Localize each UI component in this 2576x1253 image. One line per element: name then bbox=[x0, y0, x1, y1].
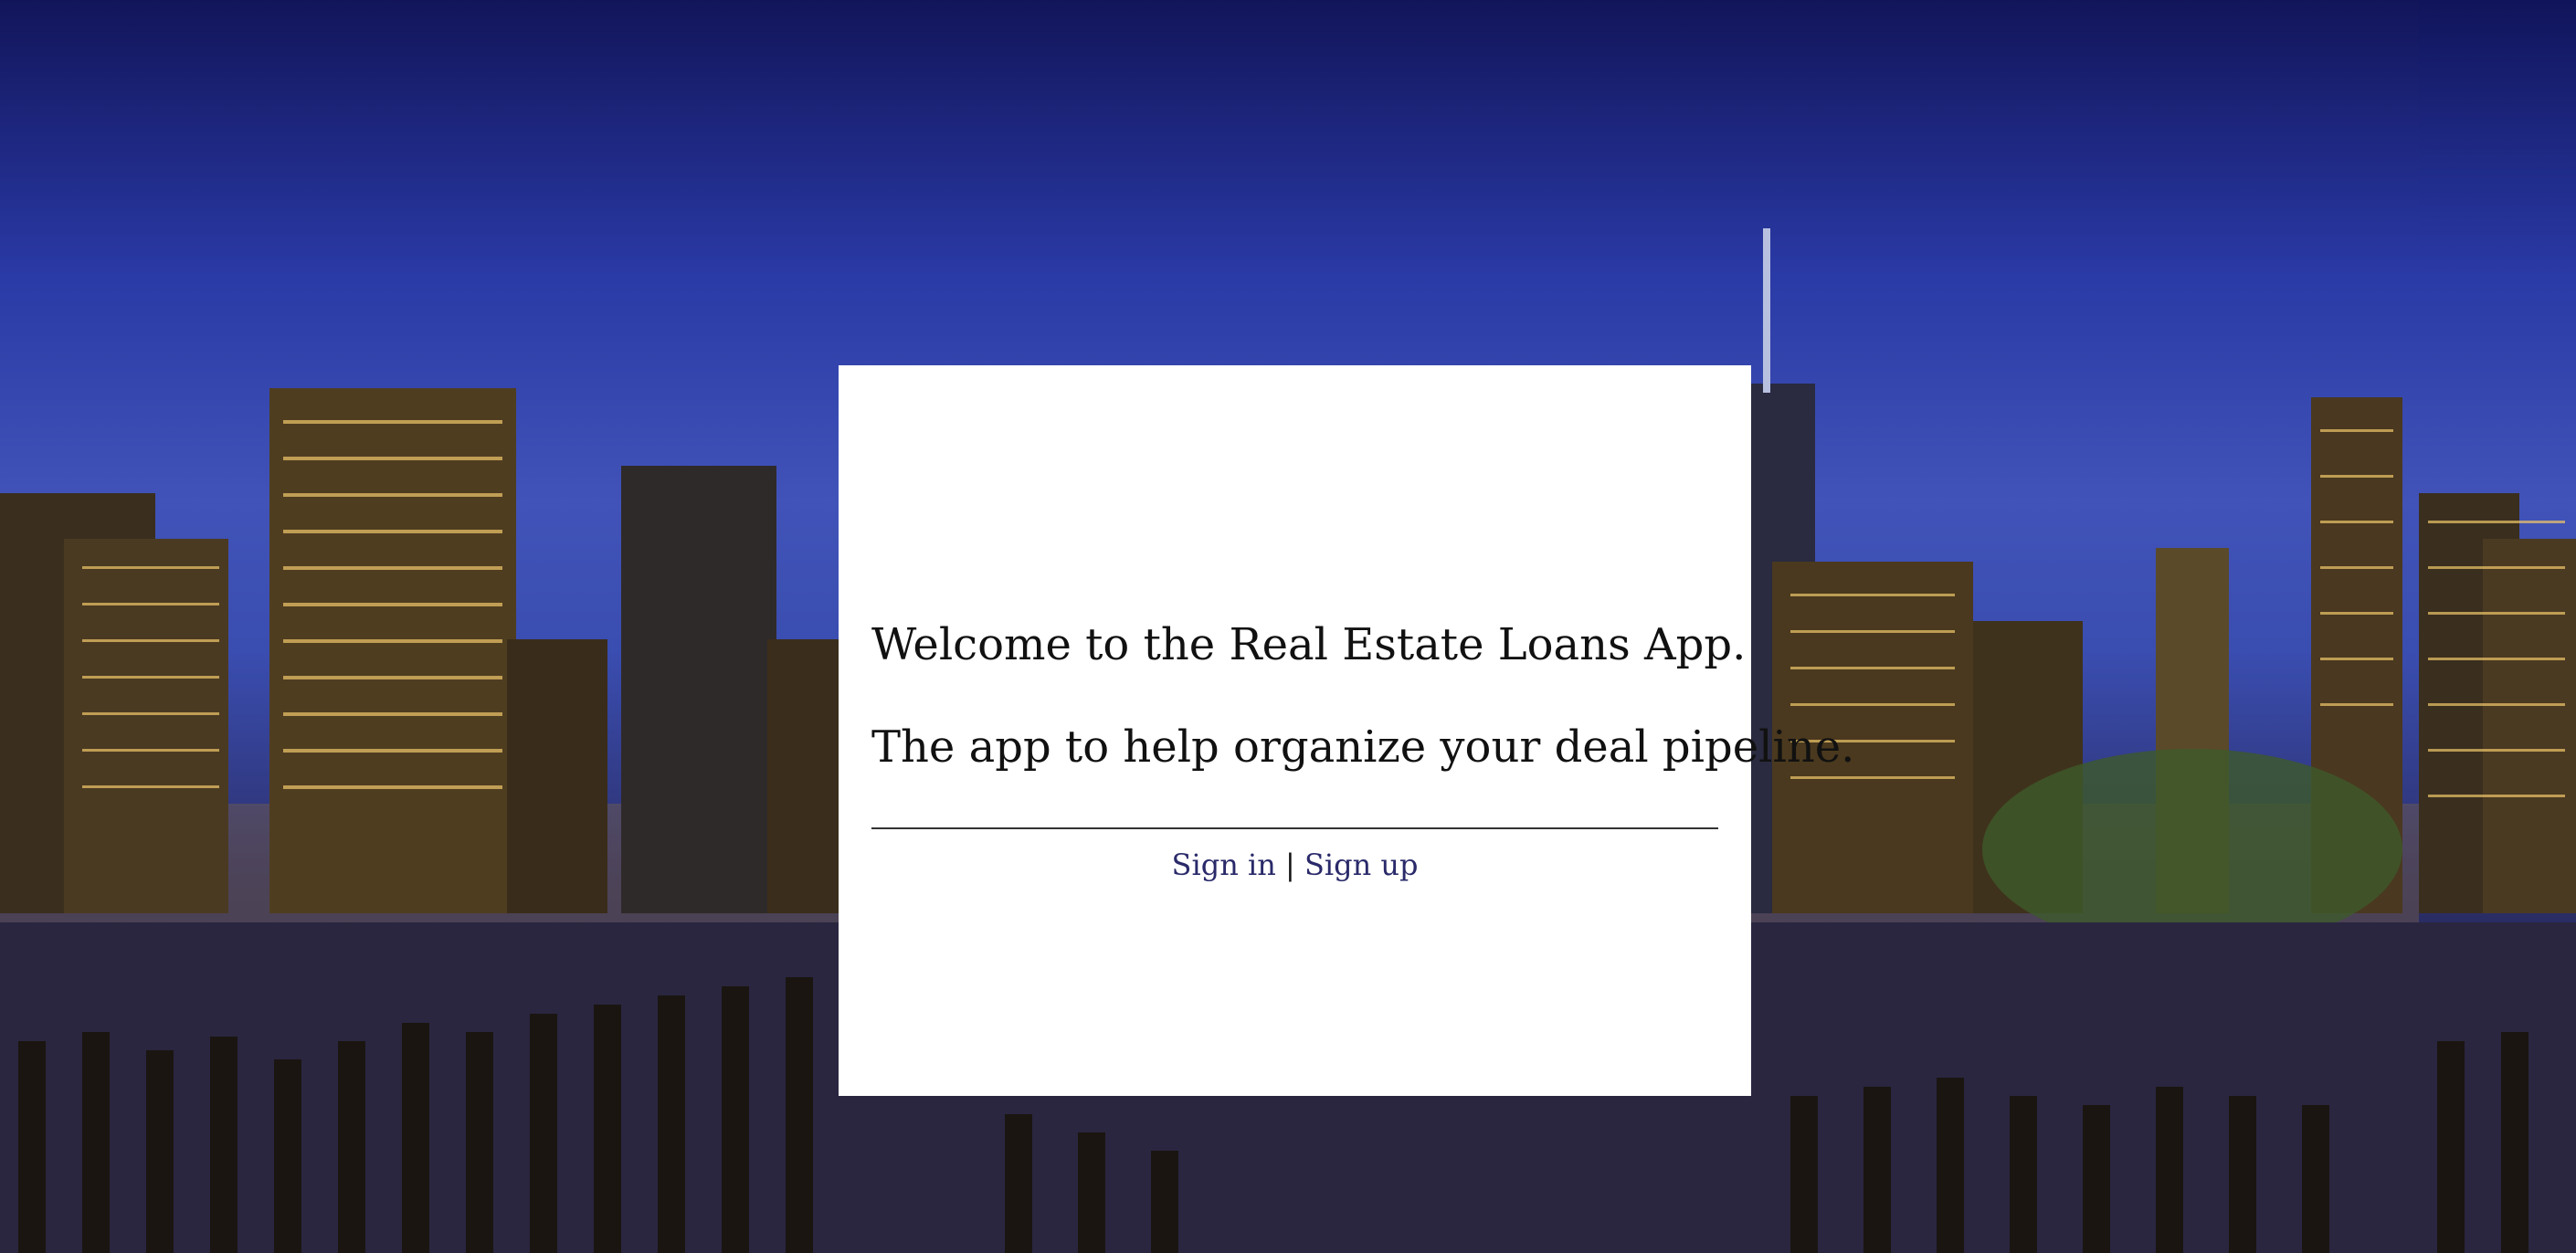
divider bbox=[871, 827, 1718, 829]
auth-links: Sign in | Sign up bbox=[839, 848, 1751, 882]
tagline-heading: The app to help organize your deal pipel… bbox=[871, 721, 1855, 773]
city-skyline-background-repeat bbox=[2419, 0, 2576, 1253]
page: Welcome to the Real Estate Loans App. Th… bbox=[0, 0, 2576, 1253]
welcome-card: Welcome to the Real Estate Loans App. Th… bbox=[839, 365, 1854, 1096]
link-separator: | bbox=[1284, 848, 1295, 882]
welcome-heading: Welcome to the Real Estate Loans App. bbox=[871, 619, 1747, 670]
sign-up-link[interactable]: Sign up bbox=[1304, 848, 1419, 882]
sign-in-link[interactable]: Sign in bbox=[1172, 848, 1276, 882]
